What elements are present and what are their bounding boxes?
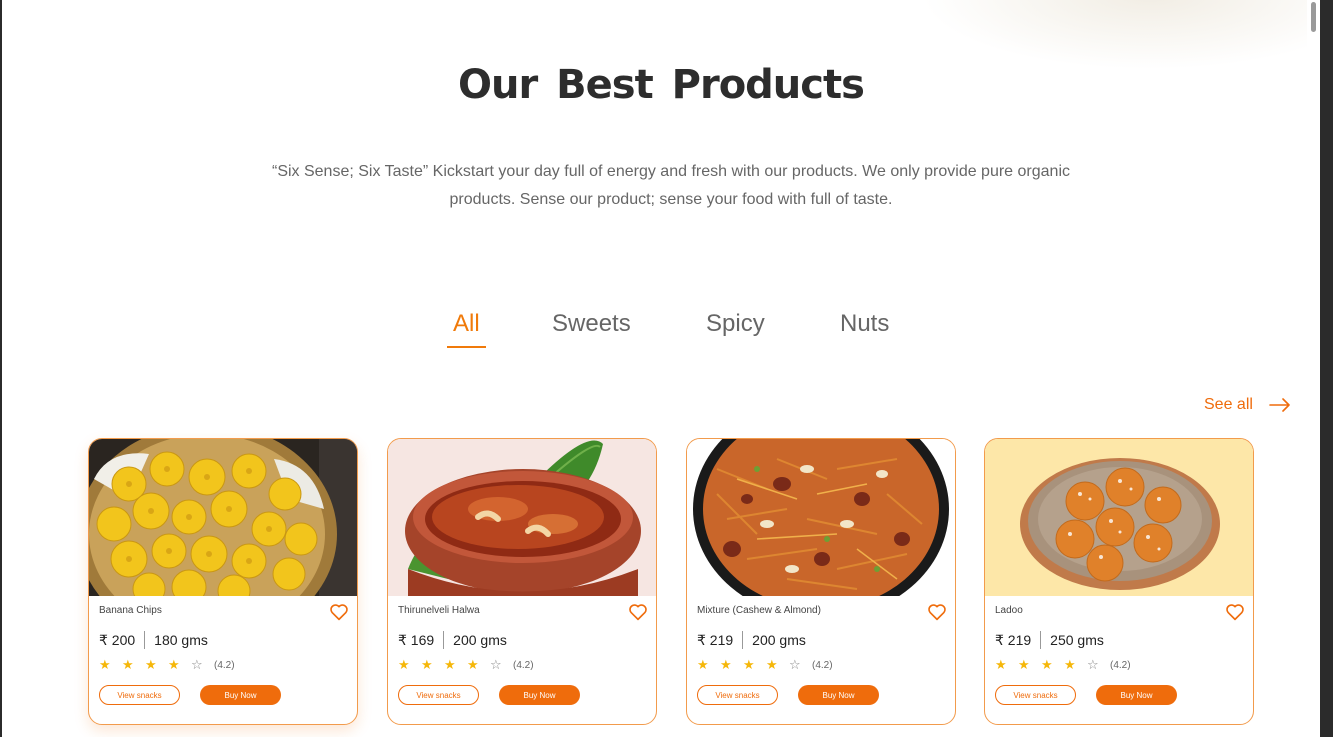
tab-label: Nuts: [840, 310, 890, 337]
rating-value: (4.2): [812, 660, 833, 671]
product-weight: 200 gms: [752, 632, 806, 648]
price-divider: [742, 631, 744, 649]
product-price: ₹ 219: [995, 631, 1032, 648]
product-name: Ladoo: [995, 605, 1023, 616]
heart-outline-icon[interactable]: [927, 603, 947, 621]
price-divider: [1040, 631, 1042, 649]
arrow-right-icon: [1269, 398, 1290, 412]
star-filled-icon: ★: [122, 658, 134, 673]
rating-value: (4.2): [214, 660, 235, 671]
star-filled-icon: ★: [1041, 658, 1053, 673]
star-filled-icon: ★: [99, 658, 111, 673]
product-card[interactable]: Mixture (Cashew & Almond) ₹ 219 200 gms …: [686, 438, 956, 725]
scrollbar[interactable]: [1307, 0, 1320, 737]
page-title: Our Best Products: [458, 62, 865, 108]
scrollbar-thumb[interactable]: [1311, 2, 1316, 32]
decorative-glow: [920, 0, 1320, 70]
rating-value: (4.2): [513, 660, 534, 671]
mixture-image[interactable]: [687, 439, 955, 596]
star-filled-icon: ★: [995, 658, 1007, 673]
see-all-link[interactable]: See all: [1204, 396, 1291, 414]
product-card[interactable]: Ladoo ₹ 219 250 gms ★ ★ ★ ★ ☆ (4.2) View…: [984, 438, 1254, 725]
star-filled-icon: ★: [743, 658, 755, 673]
tab-label: Sweets: [552, 310, 631, 337]
tab-all[interactable]: All: [447, 310, 486, 348]
rating-stars: ★ ★ ★ ★ ☆ (4.2): [697, 658, 833, 673]
product-name: Mixture (Cashew & Almond): [697, 605, 821, 616]
star-outline-icon: ☆: [789, 658, 801, 673]
price-row: ₹ 219 250 gms: [995, 631, 1104, 649]
tab-nuts[interactable]: Nuts: [840, 310, 889, 348]
product-price: ₹ 169: [398, 631, 435, 648]
ladoo-image[interactable]: [985, 439, 1253, 596]
star-filled-icon: ★: [1064, 658, 1076, 673]
category-tabs: All Sweets Spicy Nuts: [2, 310, 1320, 350]
heart-outline-icon[interactable]: [628, 603, 648, 621]
banana-chips-image[interactable]: [89, 439, 357, 596]
rating-stars: ★ ★ ★ ★ ☆ (4.2): [995, 658, 1131, 673]
tab-label: All: [453, 310, 480, 337]
rating-value: (4.2): [1110, 660, 1131, 671]
star-filled-icon: ★: [168, 658, 180, 673]
product-price: ₹ 200: [99, 631, 136, 648]
heart-outline-icon[interactable]: [329, 603, 349, 621]
star-filled-icon: ★: [145, 658, 157, 673]
star-filled-icon: ★: [467, 658, 479, 673]
star-outline-icon: ☆: [1087, 658, 1099, 673]
product-card[interactable]: Banana Chips ₹ 200 180 gms ★ ★ ★ ★ ☆ (4.…: [88, 438, 358, 725]
price-row: ₹ 219 200 gms: [697, 631, 806, 649]
view-snacks-button[interactable]: View snacks: [99, 685, 180, 705]
price-divider: [144, 631, 146, 649]
buy-now-button[interactable]: Buy Now: [798, 685, 879, 705]
tab-label: Spicy: [706, 310, 765, 337]
product-name: Banana Chips: [99, 605, 162, 616]
view-snacks-button[interactable]: View snacks: [995, 685, 1076, 705]
star-outline-icon: ☆: [191, 658, 203, 673]
view-snacks-button[interactable]: View snacks: [398, 685, 479, 705]
star-filled-icon: ★: [398, 658, 410, 673]
buy-now-button[interactable]: Buy Now: [499, 685, 580, 705]
price-row: ₹ 169 200 gms: [398, 631, 507, 649]
product-card[interactable]: Thirunelveli Halwa ₹ 169 200 gms ★ ★ ★ ★…: [387, 438, 657, 725]
heart-outline-icon[interactable]: [1225, 603, 1245, 621]
star-filled-icon: ★: [421, 658, 433, 673]
star-filled-icon: ★: [766, 658, 778, 673]
rating-stars: ★ ★ ★ ★ ☆ (4.2): [99, 658, 235, 673]
star-filled-icon: ★: [444, 658, 456, 673]
tab-sweets[interactable]: Sweets: [552, 310, 631, 348]
product-weight: 180 gms: [154, 632, 208, 648]
view-snacks-button[interactable]: View snacks: [697, 685, 778, 705]
product-price: ₹ 219: [697, 631, 734, 648]
buy-now-button[interactable]: Buy Now: [200, 685, 281, 705]
tab-active-underline: [447, 346, 486, 348]
page-subtitle: “Six Sense; Six Taste” Kickstart your da…: [271, 163, 1070, 208]
product-weight: 250 gms: [1050, 632, 1104, 648]
star-filled-icon: ★: [1018, 658, 1030, 673]
page: Our Best Products “Six Sense; Six Taste”…: [2, 0, 1320, 737]
rating-stars: ★ ★ ★ ★ ☆ (4.2): [398, 658, 534, 673]
halwa-image[interactable]: [388, 439, 656, 596]
tab-spicy[interactable]: Spicy: [706, 310, 765, 348]
price-row: ₹ 200 180 gms: [99, 631, 208, 649]
price-divider: [443, 631, 445, 649]
product-name: Thirunelveli Halwa: [398, 605, 480, 616]
see-all-label: See all: [1204, 396, 1253, 413]
star-filled-icon: ★: [697, 658, 709, 673]
product-weight: 200 gms: [453, 632, 507, 648]
star-outline-icon: ☆: [490, 658, 502, 673]
star-filled-icon: ★: [720, 658, 732, 673]
buy-now-button[interactable]: Buy Now: [1096, 685, 1177, 705]
